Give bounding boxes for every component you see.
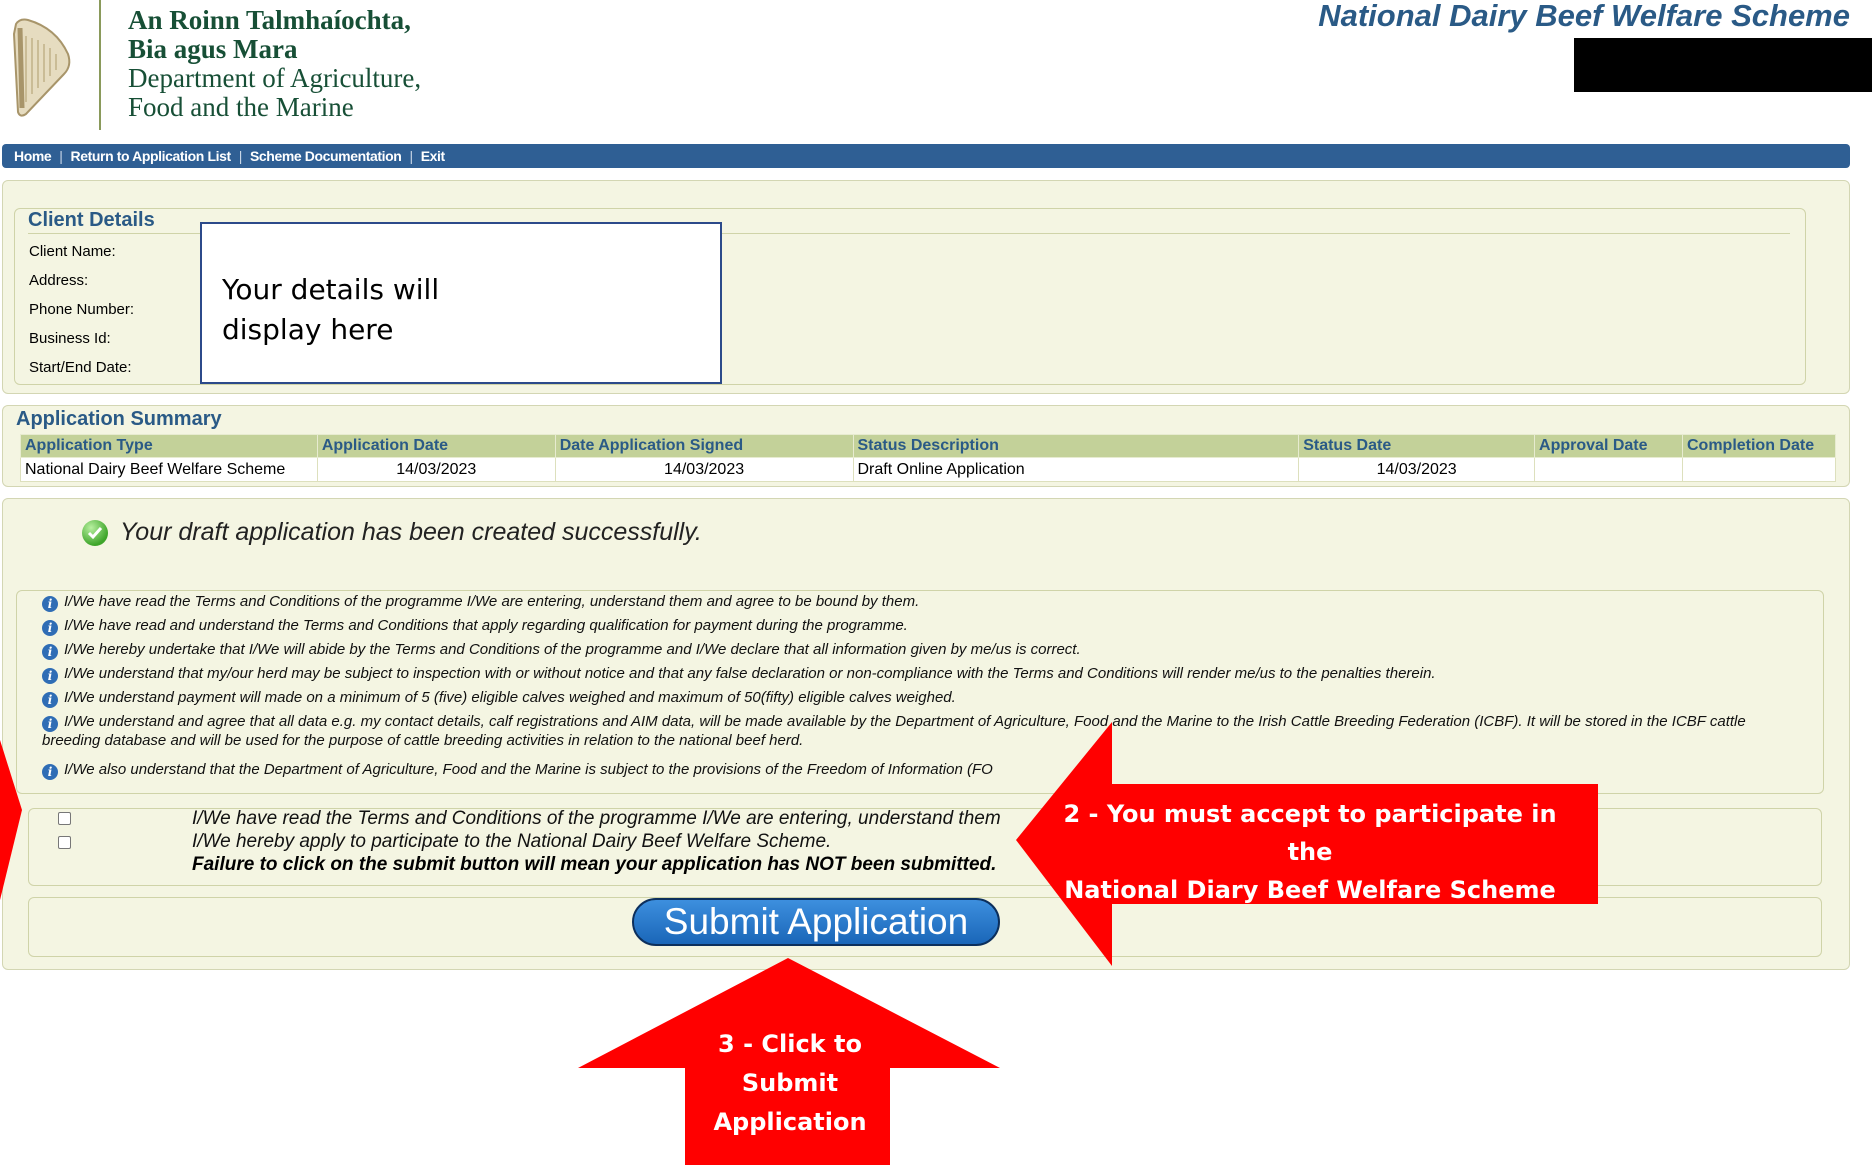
callout-2-line1: 2 - You must accept to participate in th… (1063, 800, 1557, 866)
callout-3-line1: 3 - Click to (718, 1030, 862, 1058)
callout-2-text: 2 - You must accept to participate in th… (1050, 795, 1570, 909)
callout-2-line2: National Diary Beef Welfare Scheme (1064, 876, 1556, 904)
callout-3-line2: Submit (741, 1069, 839, 1097)
annotation-layer (0, 722, 1598, 1165)
callout-3-text: 3 - Click to Submit Application (690, 1025, 890, 1142)
callout-3-line3: Application (713, 1108, 867, 1136)
left-annotation-arrow (0, 740, 22, 900)
